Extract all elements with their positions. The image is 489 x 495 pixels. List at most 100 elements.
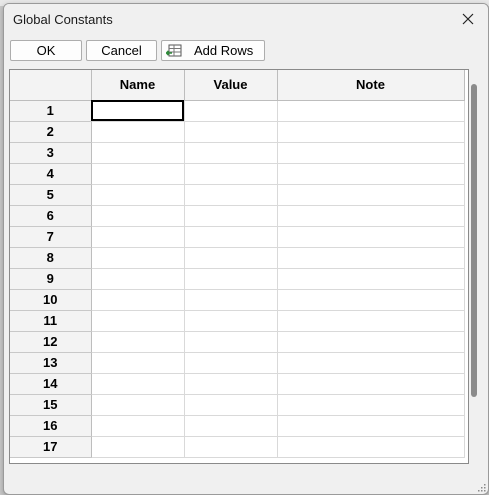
row-header[interactable]: 1 [10, 100, 92, 122]
cell-value[interactable] [184, 310, 278, 332]
column-header-note[interactable]: Note [277, 70, 465, 101]
corner-header [10, 70, 92, 101]
cell-note[interactable] [277, 247, 465, 269]
row-header[interactable]: 3 [10, 142, 92, 164]
cell-note[interactable] [277, 331, 465, 353]
row-header[interactable]: 14 [10, 373, 92, 395]
cell-name[interactable] [91, 163, 185, 185]
cell-value[interactable] [184, 331, 278, 353]
cell-value[interactable] [184, 436, 278, 458]
cell-note[interactable] [277, 310, 465, 332]
row-header[interactable]: 16 [10, 415, 92, 437]
table-row: 8 [10, 247, 465, 269]
constants-grid: Name Value Note 1 2 3 4 5 6 7 8 9 10 11 12 13 14 15 16 1… [9, 69, 469, 464]
column-header-value[interactable]: Value [184, 70, 278, 101]
resize-grip-icon[interactable] [476, 482, 486, 492]
dialog-title: Global Constants [13, 12, 113, 27]
add-rows-label: Add Rows [194, 43, 254, 58]
cell-note[interactable] [277, 142, 465, 164]
close-button[interactable] [448, 4, 488, 34]
cell-name[interactable] [91, 121, 185, 143]
table-row: 11 [10, 310, 465, 332]
add-rows-button[interactable]: Add Rows [161, 40, 265, 61]
row-header[interactable]: 15 [10, 394, 92, 416]
cell-note[interactable] [277, 373, 465, 395]
cell-name[interactable] [91, 226, 185, 248]
cell-name[interactable] [91, 436, 185, 458]
table-row: 1 [10, 100, 465, 122]
cancel-button[interactable]: Cancel [86, 40, 157, 61]
global-constants-dialog: Global Constants OK Cancel Add Rows Name… [3, 3, 489, 495]
cell-value[interactable] [184, 226, 278, 248]
cell-name[interactable] [91, 352, 185, 374]
row-header[interactable]: 6 [10, 205, 92, 227]
cell-value[interactable] [184, 100, 278, 122]
row-header[interactable]: 4 [10, 163, 92, 185]
cell-note[interactable] [277, 394, 465, 416]
cell-name[interactable] [91, 100, 185, 122]
row-header[interactable]: 9 [10, 268, 92, 290]
table-body: 1 2 3 4 5 6 7 8 9 10 11 12 13 14 15 16 17 [10, 100, 465, 458]
cell-note[interactable] [277, 184, 465, 206]
cell-note[interactable] [277, 415, 465, 437]
cell-value[interactable] [184, 247, 278, 269]
cell-name[interactable] [91, 205, 185, 227]
cell-value[interactable] [184, 163, 278, 185]
close-icon [462, 13, 474, 25]
row-header[interactable]: 12 [10, 331, 92, 353]
cell-value[interactable] [184, 184, 278, 206]
ok-button[interactable]: OK [10, 40, 82, 61]
table-row: 2 [10, 121, 465, 143]
table-row: 9 [10, 268, 465, 290]
cell-note[interactable] [277, 352, 465, 374]
row-header[interactable]: 8 [10, 247, 92, 269]
table-row: 4 [10, 163, 465, 185]
row-header[interactable]: 13 [10, 352, 92, 374]
table-row: 7 [10, 226, 465, 248]
vertical-scrollbar[interactable] [471, 84, 477, 397]
cell-name[interactable] [91, 247, 185, 269]
cell-name[interactable] [91, 184, 185, 206]
table-add-rows-icon [166, 44, 182, 58]
cell-value[interactable] [184, 373, 278, 395]
cell-name[interactable] [91, 310, 185, 332]
cell-note[interactable] [277, 121, 465, 143]
row-header[interactable]: 5 [10, 184, 92, 206]
table-row: 14 [10, 373, 465, 395]
cell-value[interactable] [184, 289, 278, 311]
table-row: 17 [10, 436, 465, 458]
cell-note[interactable] [277, 268, 465, 290]
column-header-name[interactable]: Name [91, 70, 185, 101]
cell-value[interactable] [184, 205, 278, 227]
cell-note[interactable] [277, 205, 465, 227]
cell-name[interactable] [91, 373, 185, 395]
row-header[interactable]: 11 [10, 310, 92, 332]
cell-value[interactable] [184, 394, 278, 416]
cell-name[interactable] [91, 268, 185, 290]
table-row: 16 [10, 415, 465, 437]
cell-note[interactable] [277, 289, 465, 311]
table-row: 5 [10, 184, 465, 206]
cell-value[interactable] [184, 142, 278, 164]
title-bar: Global Constants [4, 4, 488, 34]
row-header[interactable]: 7 [10, 226, 92, 248]
cell-name[interactable] [91, 415, 185, 437]
cell-name[interactable] [91, 394, 185, 416]
cell-note[interactable] [277, 100, 465, 122]
cell-value[interactable] [184, 268, 278, 290]
row-header[interactable]: 2 [10, 121, 92, 143]
cell-note[interactable] [277, 226, 465, 248]
table-row: 15 [10, 394, 465, 416]
row-header[interactable]: 17 [10, 436, 92, 458]
row-header[interactable]: 10 [10, 289, 92, 311]
cell-value[interactable] [184, 121, 278, 143]
cell-value[interactable] [184, 352, 278, 374]
cell-note[interactable] [277, 163, 465, 185]
cell-name[interactable] [91, 289, 185, 311]
cell-note[interactable] [277, 436, 465, 458]
table-row: 13 [10, 352, 465, 374]
cell-name[interactable] [91, 142, 185, 164]
table-row: 10 [10, 289, 465, 311]
cell-value[interactable] [184, 415, 278, 437]
cell-name[interactable] [91, 331, 185, 353]
